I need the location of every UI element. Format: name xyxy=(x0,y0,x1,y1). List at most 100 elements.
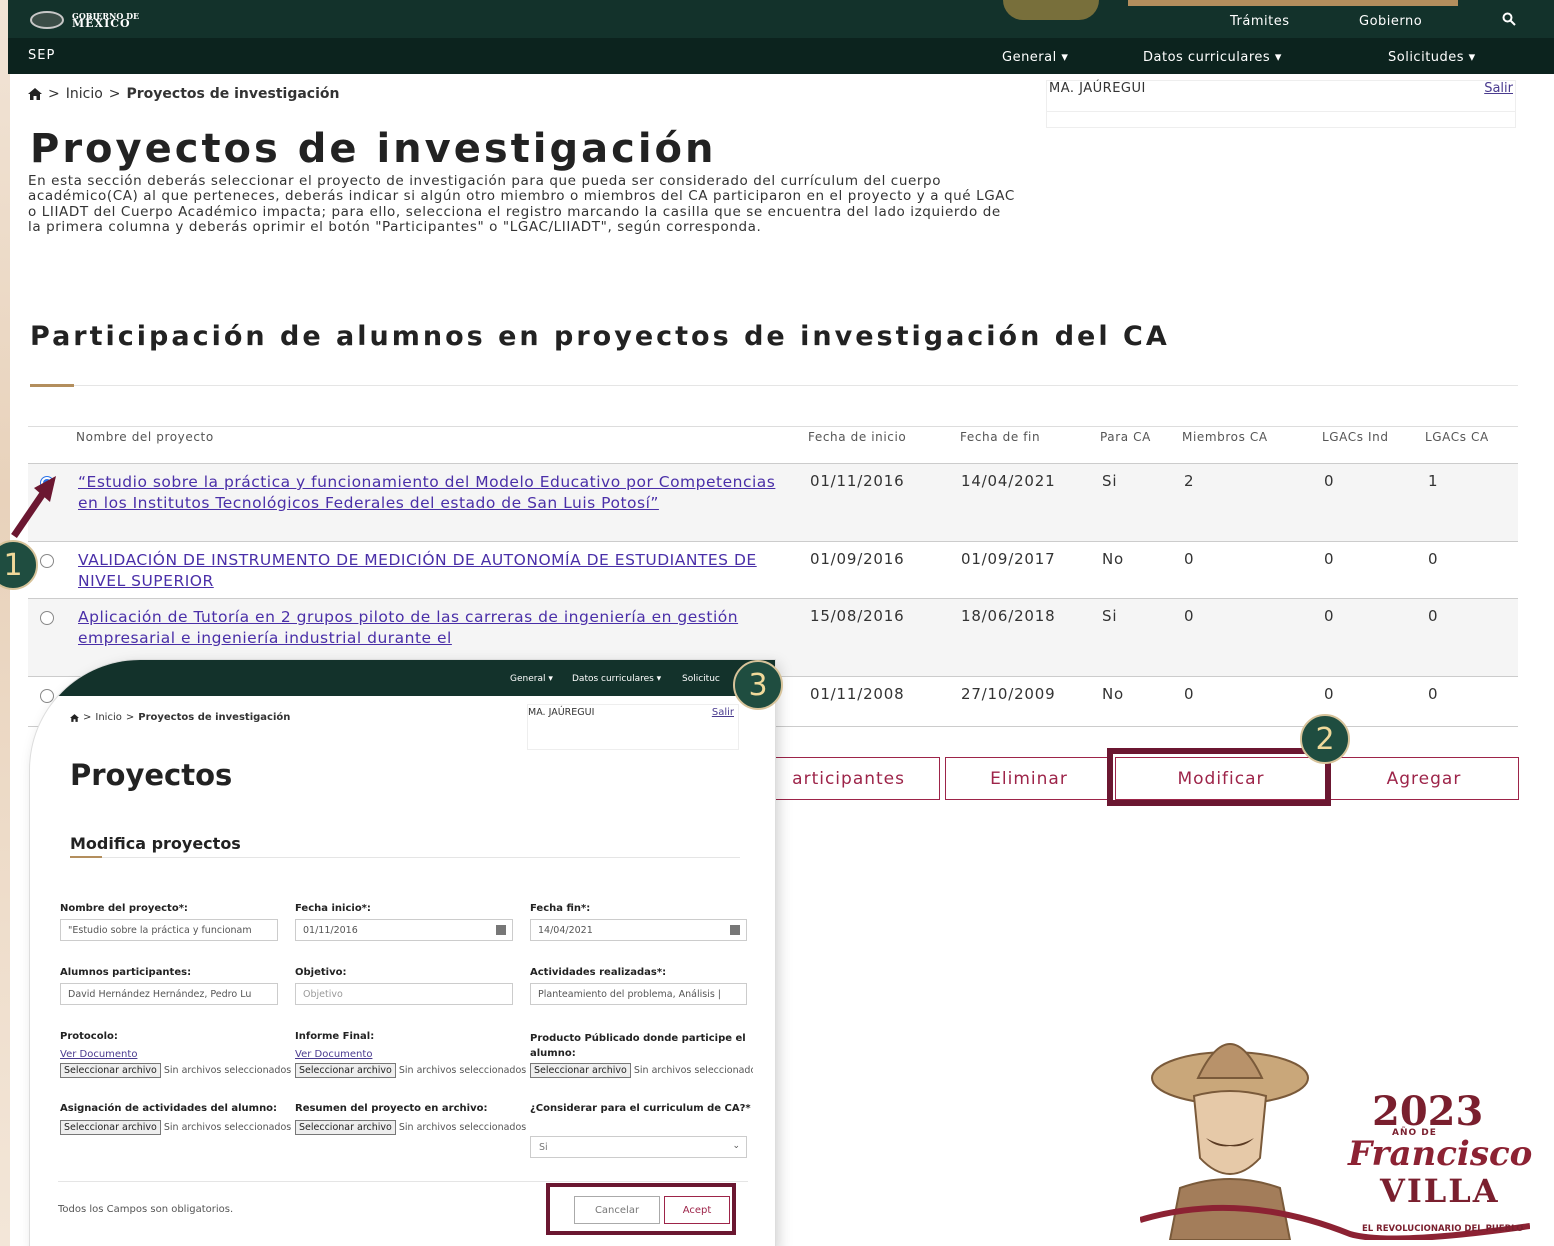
select-file-button[interactable]: Seleccionar archivo xyxy=(60,1120,161,1135)
protocolo-file-input[interactable]: Seleccionar archivo Sin archivos selecci… xyxy=(60,1063,295,1078)
col-lgacs-ind: LGACs Ind xyxy=(1322,430,1389,444)
asignacion-label: Asignación de actividades del alumno: xyxy=(60,1103,278,1114)
nombre-label: Nombre del proyecto*: xyxy=(60,903,188,914)
select-file-button[interactable]: Seleccionar archivo xyxy=(295,1063,396,1078)
modal-breadcrumb-separator: > xyxy=(125,712,135,723)
modal-logout-link[interactable]: Salir xyxy=(712,707,734,718)
project-link[interactable]: “Estudio sobre la práctica y funcionamie… xyxy=(78,472,788,513)
logout-link[interactable]: Salir xyxy=(1484,81,1513,96)
alumnos-input[interactable]: David Hernández Hernández, Pedro Lu xyxy=(60,983,278,1005)
section-divider xyxy=(74,385,1518,386)
modal-breadcrumb: > Inicio > Proyectos de investigación xyxy=(70,712,290,723)
table-row: VALIDACIÓN DE INSTRUMENTO DE MEDICIÓN DE… xyxy=(28,542,1518,599)
alumnos-label: Alumnos participantes: xyxy=(60,967,192,978)
col-lgacs-ca: LGACs CA xyxy=(1425,430,1489,444)
considerar-selected-value: Si xyxy=(539,1142,548,1153)
modificar-highlight xyxy=(1107,748,1331,806)
protocolo-label: Protocolo: xyxy=(60,1031,118,1042)
modal-divider xyxy=(102,857,740,858)
step-badge-2: 2 xyxy=(1300,714,1350,764)
breadcrumb-inicio[interactable]: Inicio xyxy=(66,86,103,102)
select-file-button[interactable]: Seleccionar archivo xyxy=(60,1063,161,1078)
resumen-file-input[interactable]: Seleccionar archivo Sin archivos selecci… xyxy=(295,1120,545,1135)
calendar-icon[interactable] xyxy=(730,925,740,935)
cell-miembros: 0 xyxy=(1184,607,1195,625)
sep-title-strip xyxy=(1128,0,1458,6)
search-icon[interactable] xyxy=(1502,12,1516,26)
cell-para-ca: No xyxy=(1102,685,1124,703)
col-miembros-ca: Miembros CA xyxy=(1182,430,1268,444)
row-select-radio[interactable] xyxy=(40,611,54,625)
nav-general[interactable]: General ▾ xyxy=(1002,50,1068,65)
home-icon[interactable] xyxy=(70,713,79,722)
nav-solicitudes[interactable]: Solicitudes ▾ xyxy=(1388,50,1476,65)
villa-name-francisco: Francisco xyxy=(1348,1134,1533,1174)
nav-datos-curriculares[interactable]: Datos curriculares ▾ xyxy=(1143,50,1282,65)
informe-ver-documento-link[interactable]: Ver Documento xyxy=(295,1049,372,1060)
row-select-radio[interactable] xyxy=(40,554,54,568)
sep-seal-icon xyxy=(1003,0,1099,20)
villa-motto: EL REVOLUCIONARIO DEL PUEBLO xyxy=(1362,1224,1524,1234)
asignacion-file-input[interactable]: Seleccionar archivo Sin archivos selecci… xyxy=(60,1120,295,1135)
file-status: Sin archivos seleccionados xyxy=(398,1065,527,1076)
nombre-input[interactable]: "Estudio sobre la práctica y funcionam xyxy=(60,919,278,941)
cell-lgac-ind: 0 xyxy=(1324,607,1335,625)
project-link[interactable]: Aplicación de Tutoría en 2 grupos piloto… xyxy=(78,607,788,648)
gov-header: GOBIERNO DE MÉXICO Trámites Gobierno xyxy=(8,0,1554,38)
cell-lgac-ca: 1 xyxy=(1428,472,1439,490)
home-icon[interactable] xyxy=(28,88,42,100)
col-para-ca: Para CA xyxy=(1100,430,1151,444)
fecha-inicio-input[interactable]: 01/11/2016 xyxy=(295,919,513,941)
cell-fecha-fin: 18/06/2018 xyxy=(961,607,1056,625)
modal-buttons-highlight xyxy=(546,1183,736,1235)
agregar-button[interactable]: Agregar xyxy=(1329,757,1519,800)
fecha-fin-input[interactable]: 14/04/2021 xyxy=(530,919,747,941)
cell-lgac-ca: 0 xyxy=(1428,607,1439,625)
file-status: Sin archivos seleccionados xyxy=(633,1065,753,1076)
modal-nav-solicitudes[interactable]: Solicituc xyxy=(682,674,720,684)
eliminar-button[interactable]: Eliminar xyxy=(945,757,1113,800)
gobierno-link[interactable]: Gobierno xyxy=(1359,14,1422,29)
objetivo-input[interactable]: Objetivo xyxy=(295,983,513,1005)
gobierno-mexico-logo[interactable]: GOBIERNO DE MÉXICO xyxy=(30,11,139,29)
modal-breadcrumb-inicio[interactable]: Inicio xyxy=(95,712,121,723)
cell-fecha-fin: 01/09/2017 xyxy=(961,550,1056,568)
cell-miembros: 0 xyxy=(1184,550,1195,568)
modal-title: Proyectos xyxy=(70,758,233,792)
fecha-fin-label: Fecha fin*: xyxy=(530,903,591,914)
mexico-seal-icon xyxy=(30,11,64,29)
col-fecha-inicio: Fecha de inicio xyxy=(808,430,907,444)
calendar-icon[interactable] xyxy=(496,925,506,935)
cell-para-ca: Si xyxy=(1102,472,1118,490)
file-status: Sin archivos seleccionados xyxy=(163,1065,292,1076)
modify-project-modal: General ▾ Datos curriculares ▾ Solicituc… xyxy=(30,660,775,1246)
cell-miembros: 2 xyxy=(1184,472,1195,490)
arrow-annotation-icon xyxy=(11,476,56,538)
col-fecha-fin: Fecha de fin xyxy=(960,430,1041,444)
informe-file-input[interactable]: Seleccionar archivo Sin archivos selecci… xyxy=(295,1063,530,1078)
resumen-label: Resumen del proyecto en archivo: xyxy=(295,1103,488,1114)
protocolo-ver-documento-link[interactable]: Ver Documento xyxy=(60,1049,137,1060)
tramites-link[interactable]: Trámites xyxy=(1230,14,1290,29)
breadcrumb-separator: > xyxy=(48,86,60,102)
file-status: Sin archivos seleccionados xyxy=(398,1122,527,1133)
select-file-button[interactable]: Seleccionar archivo xyxy=(295,1120,396,1135)
sep-title[interactable]: SEP xyxy=(28,48,55,63)
actividades-input[interactable]: Planteamiento del problema, Análisis | xyxy=(530,983,747,1005)
cell-miembros: 0 xyxy=(1184,685,1195,703)
modal-nav-general[interactable]: General ▾ xyxy=(510,674,553,684)
fecha-inicio-value: 01/11/2016 xyxy=(303,925,358,936)
user-divider xyxy=(1047,111,1515,112)
modal-nav-datos[interactable]: Datos curriculares ▾ xyxy=(572,674,661,684)
section-title: Participación de alumnos en proyectos de… xyxy=(30,321,1170,352)
cell-fecha-inicio: 01/11/2008 xyxy=(810,685,905,703)
select-file-button[interactable]: Seleccionar archivo xyxy=(530,1063,631,1078)
cell-lgac-ind: 0 xyxy=(1324,685,1335,703)
left-decorative-strip xyxy=(0,0,10,1246)
projects-table: Nombre del proyecto Fecha de inicio Fech… xyxy=(28,426,1518,727)
modal-subtitle-underline xyxy=(70,856,102,858)
step-badge-3: 3 xyxy=(733,660,783,710)
considerar-select[interactable]: Si ⌄ xyxy=(530,1136,747,1158)
project-link[interactable]: VALIDACIÓN DE INSTRUMENTO DE MEDICIÓN DE… xyxy=(78,550,788,591)
producto-file-input[interactable]: Seleccionar archivo Sin archivos selecci… xyxy=(530,1063,753,1078)
